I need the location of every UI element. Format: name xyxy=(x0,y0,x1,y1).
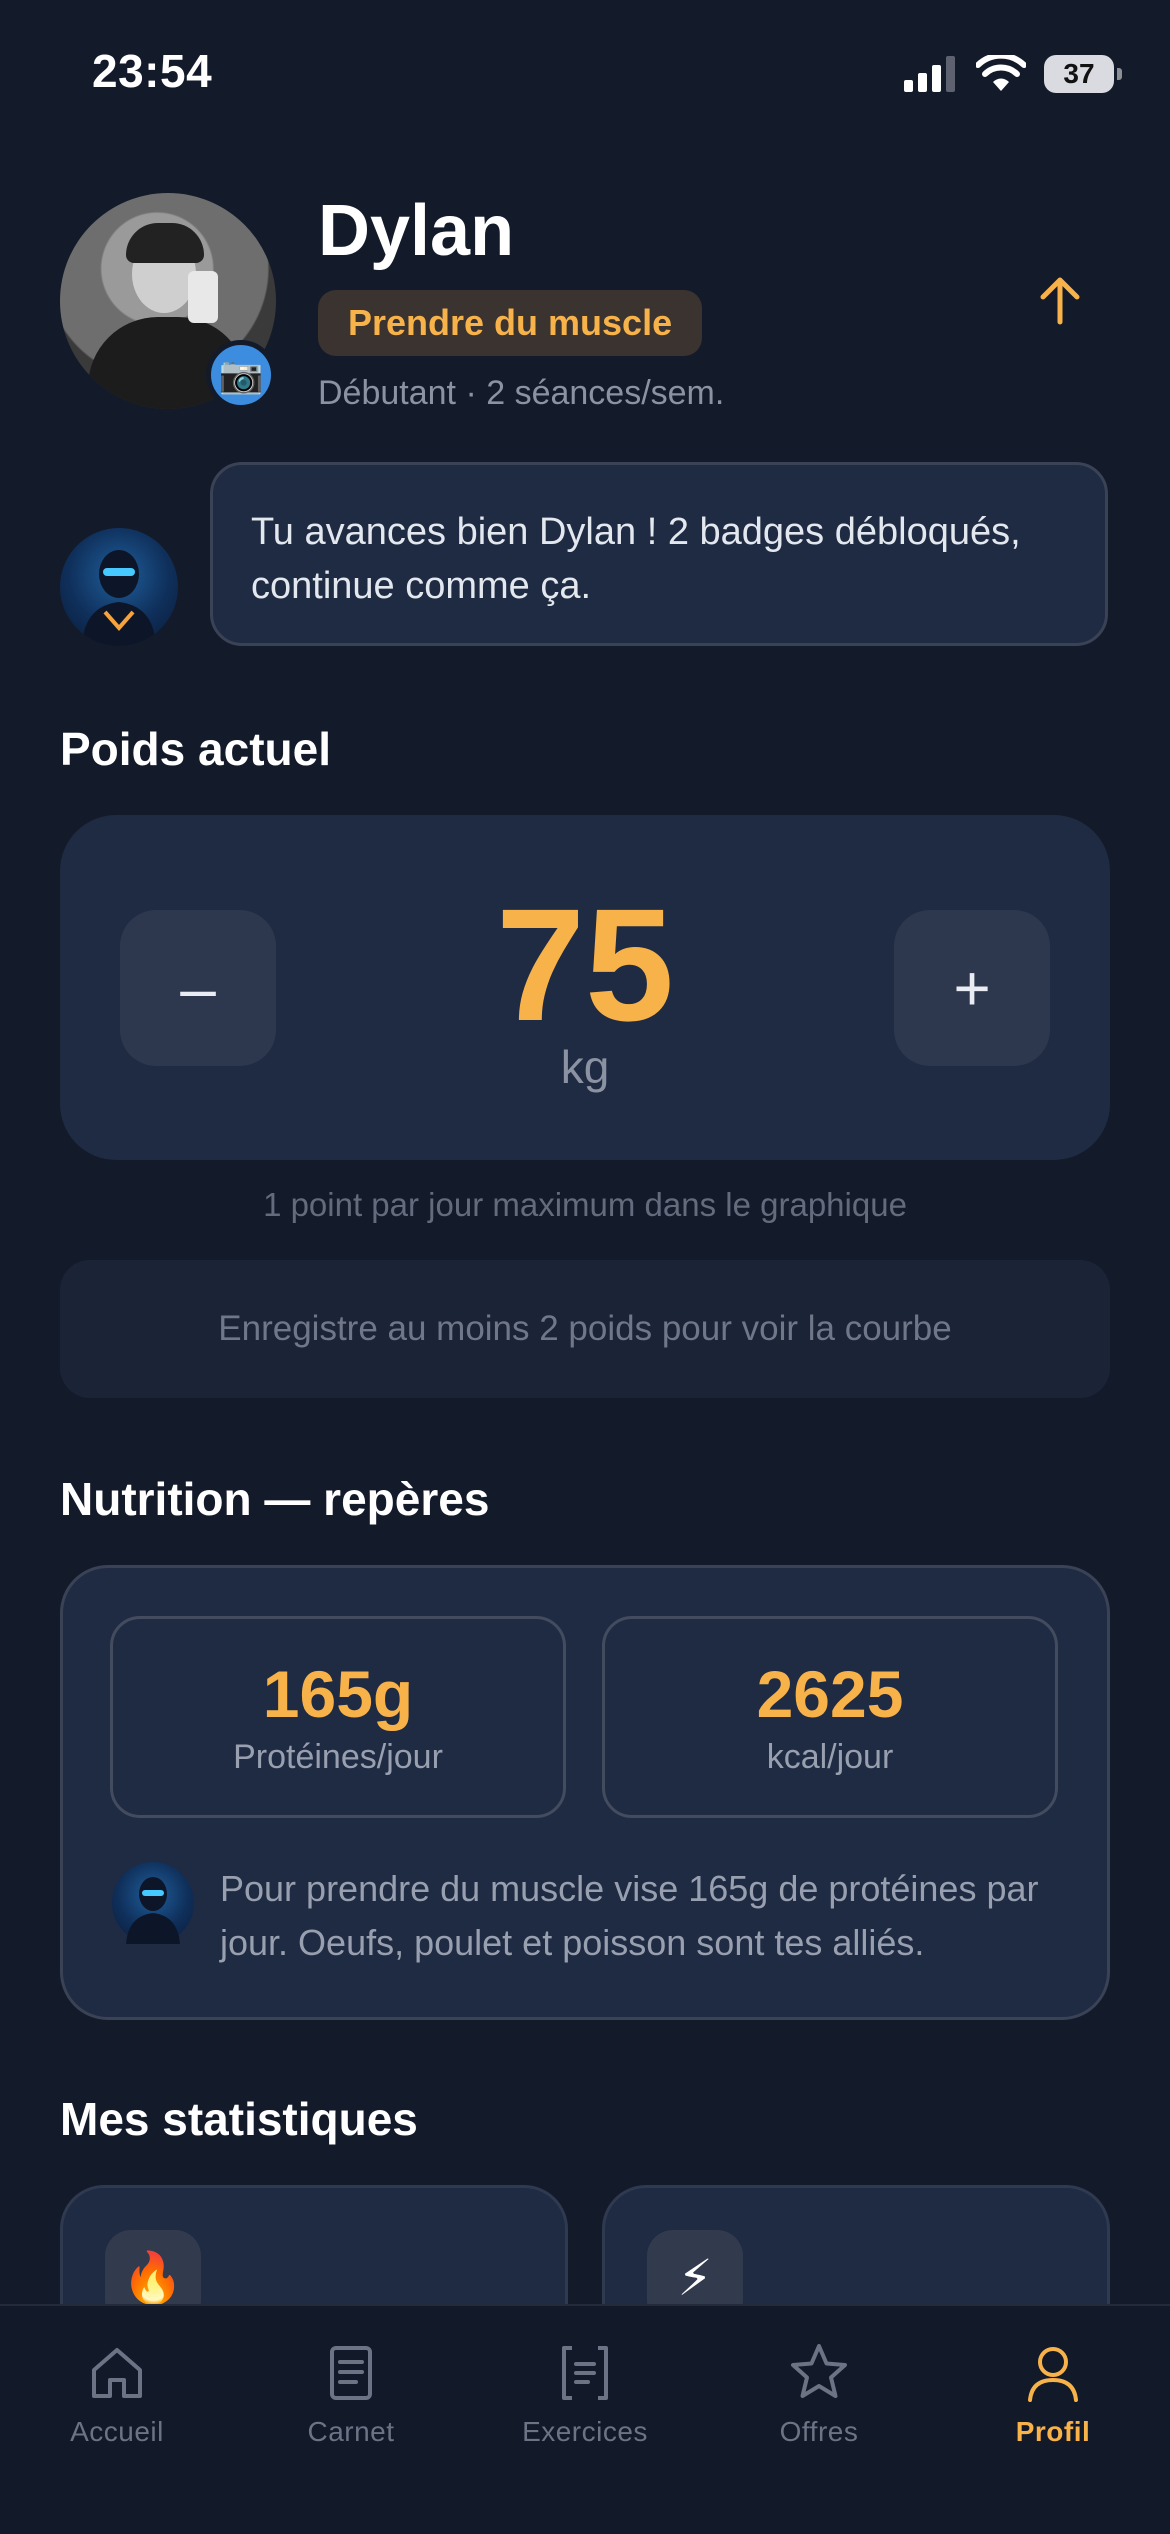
nutrition-section-title: Nutrition — repères xyxy=(60,1473,490,1525)
protein-label: Protéines/jour xyxy=(233,1737,443,1776)
stats-section-title: Mes statistiques xyxy=(60,2093,418,2145)
tab-offres[interactable]: Offres xyxy=(702,2306,936,2534)
weight-value: 75 xyxy=(496,875,674,1054)
profile-level: Débutant · 2 séances/sem. xyxy=(318,374,725,412)
calories-label: kcal/jour xyxy=(766,1737,894,1776)
calories-box: 2625 kcal/jour xyxy=(602,1616,1058,1818)
coach-avatar xyxy=(60,528,178,646)
tab-label: Accueil xyxy=(70,2416,164,2447)
status-time: 23:54 xyxy=(92,45,213,97)
tab-label: Exercices xyxy=(522,2416,648,2447)
tab-label: Offres xyxy=(779,2416,859,2447)
status-icons: 37 xyxy=(904,52,1122,96)
protein-value: 165g xyxy=(262,1656,414,1731)
chart-hint: 1 point par jour maximum dans le graphiq… xyxy=(263,1186,907,1223)
tab-accueil[interactable]: Accueil xyxy=(0,2306,234,2534)
weight-chart-empty-state: Enregistre au moins 2 poids pour voir la… xyxy=(60,1260,1110,1398)
coach-message: Tu avances bien Dylan ! 2 badges débloqu… xyxy=(210,462,1108,646)
goal-badge: Prendre du muscle xyxy=(318,290,703,356)
tab-carnet[interactable]: Carnet xyxy=(234,2306,468,2534)
weight-unit: kg xyxy=(560,1041,610,1093)
tab-label: Profil xyxy=(1015,2416,1091,2447)
coach-avatar-small xyxy=(112,1862,194,1944)
nutrition-tip: Pour prendre du muscle vise 165g de prot… xyxy=(220,1868,1039,1963)
weight-section-title: Poids actuel xyxy=(60,723,331,775)
user-icon xyxy=(1028,2347,1078,2402)
star-icon xyxy=(791,2344,847,2398)
wifi-icon xyxy=(976,55,1026,91)
battery-icon: 37 xyxy=(1044,55,1122,93)
notebook-icon xyxy=(330,2346,372,2400)
tab-profil[interactable]: Profil xyxy=(936,2306,1170,2534)
home-icon xyxy=(92,2348,142,2398)
share-icon[interactable] xyxy=(1030,270,1090,330)
cellular-signal-icon xyxy=(904,56,955,92)
calories-value: 2625 xyxy=(756,1656,904,1731)
profile-name: Dylan xyxy=(318,191,515,271)
camera-icon[interactable]: 📷 xyxy=(206,340,276,410)
protein-box: 165g Protéines/jour xyxy=(110,1616,566,1818)
exercises-icon xyxy=(562,2346,608,2400)
tab-bar: Accueil Carnet Exercices Offres Profil xyxy=(0,2304,1170,2534)
tab-label: Carnet xyxy=(307,2416,395,2447)
tab-exercices[interactable]: Exercices xyxy=(468,2306,702,2534)
